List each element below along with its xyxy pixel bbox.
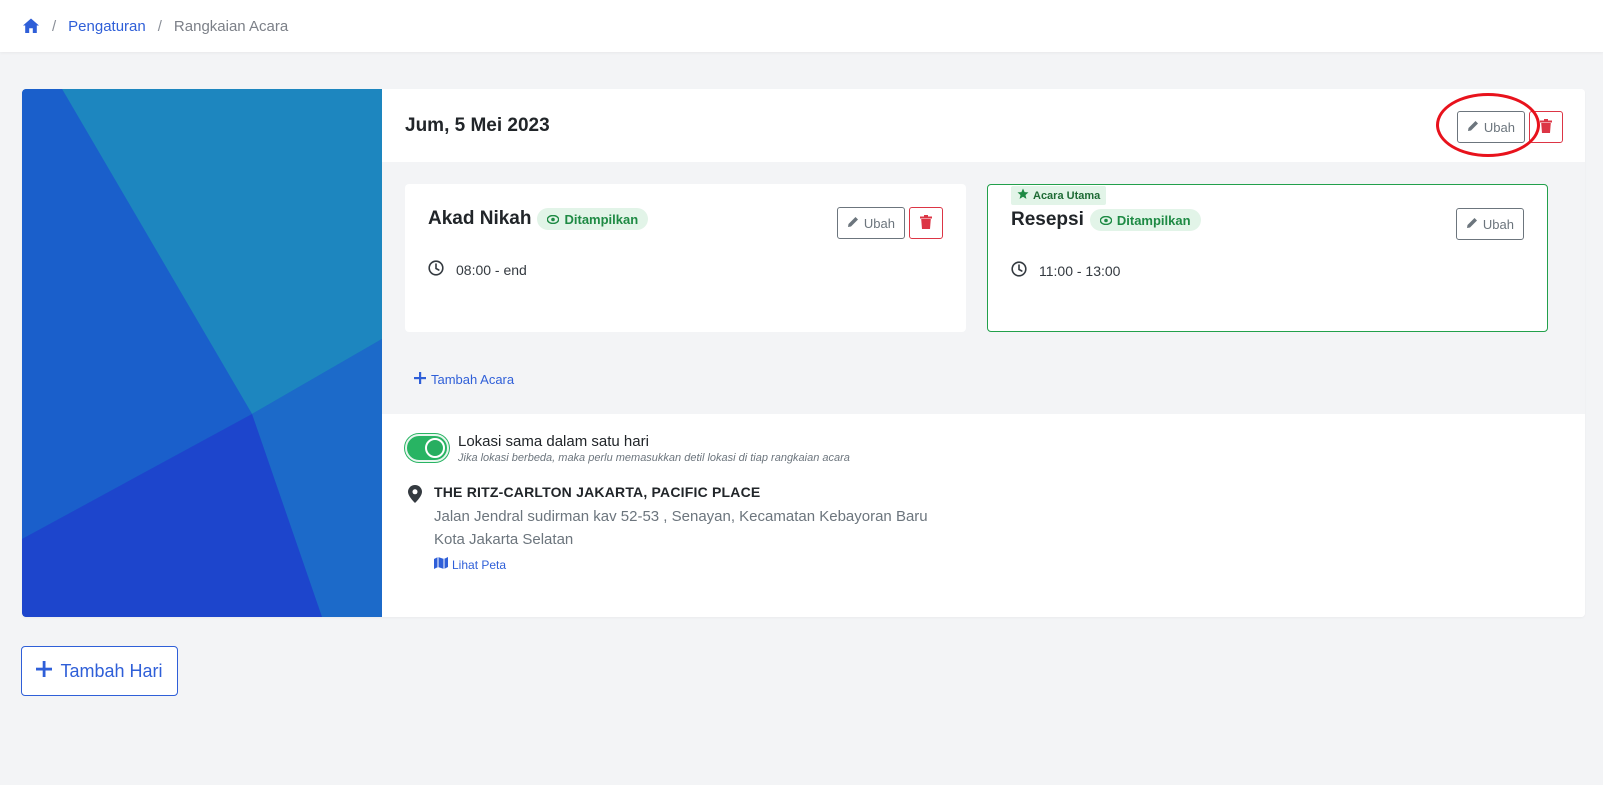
status-badge-label: Ditampilkan <box>564 211 639 227</box>
status-badge-label: Ditampilkan <box>1116 212 1191 228</box>
add-event-label: Tambah Acara <box>431 372 515 387</box>
edit-event-label: Ubah <box>863 215 895 231</box>
pencil-icon <box>1467 120 1479 135</box>
pencil-icon <box>1466 217 1478 232</box>
event-card-resepsi: Acara Utama Resepsi Ditampilkan Ubah 11:… <box>987 184 1548 332</box>
breadcrumb: / Pengaturan / Rangkaian Acara <box>0 0 1603 52</box>
delete-event-button[interactable] <box>909 207 943 239</box>
event-actions: Ubah <box>1455 208 1524 240</box>
event-time-value: 11:00 - 13:00 <box>1039 262 1121 279</box>
breadcrumb-current: Rangkaian Acara <box>173 17 289 35</box>
add-day-button[interactable]: Tambah Hari <box>21 646 178 696</box>
map-icon <box>434 557 448 572</box>
venue-address-line: Jalan Jendral sudirman kav 52-53 , Senay… <box>434 508 928 525</box>
main-event-label: Acara Utama <box>1033 189 1101 202</box>
plus-icon <box>36 660 53 682</box>
day-header: Jum, 5 Mei 2023 Ubah <box>382 89 1585 162</box>
edit-event-label: Ubah <box>1482 216 1514 232</box>
toggle-knob <box>425 438 445 458</box>
same-location-toggle[interactable] <box>405 434 449 462</box>
toggle-help-text: Jika lokasi berbeda, maka perlu memasukk… <box>458 452 850 464</box>
event-time: 08:00 - end <box>428 260 527 279</box>
star-icon <box>1017 188 1029 203</box>
event-title: Akad Nikah Ditampilkan <box>428 208 649 230</box>
breadcrumb-link-pengaturan[interactable]: Pengaturan <box>68 18 146 35</box>
day-card: Jum, 5 Mei 2023 Ubah Akad Nikah Ditampil… <box>22 89 1585 617</box>
add-day-label: Tambah Hari <box>60 660 163 681</box>
add-event-link[interactable]: Tambah Acara <box>414 372 514 387</box>
delete-day-button[interactable] <box>1529 111 1563 143</box>
status-badge: Ditampilkan <box>1089 209 1201 231</box>
event-card-akad-nikah: Akad Nikah Ditampilkan Ubah 08:00 - end <box>405 184 966 332</box>
plus-icon <box>414 372 426 387</box>
location-section: Lokasi sama dalam satu hari Jika lokasi … <box>382 414 1585 617</box>
event-name: Akad Nikah <box>428 208 532 229</box>
eye-icon <box>1099 213 1113 228</box>
trash-icon <box>1540 118 1552 136</box>
eye-icon <box>547 212 560 227</box>
venue-name: THE RITZ-CARLTON JAKARTA, PACIFIC PLACE <box>434 484 761 500</box>
day-actions: Ubah <box>1456 111 1563 143</box>
edit-event-button[interactable]: Ubah <box>1455 208 1524 240</box>
home-icon[interactable] <box>22 17 40 35</box>
event-time: 11:00 - 13:00 <box>1011 261 1120 280</box>
venue-city: Kota Jakarta Selatan <box>434 531 574 548</box>
event-actions: Ubah <box>836 207 943 239</box>
edit-day-button[interactable]: Ubah <box>1456 111 1525 143</box>
day-title: Jum, 5 Mei 2023 <box>405 114 550 136</box>
view-map-link[interactable]: Lihat Peta <box>434 557 506 572</box>
map-pin-icon <box>408 485 422 503</box>
main-event-tag: Acara Utama <box>1011 186 1107 205</box>
toggle-label: Lokasi sama dalam satu hari <box>458 433 649 450</box>
view-map-label: Lihat Peta <box>452 557 507 572</box>
trash-icon <box>920 214 932 232</box>
edit-day-label: Ubah <box>1483 119 1515 135</box>
status-badge: Ditampilkan <box>537 208 649 230</box>
event-title: Resepsi Ditampilkan <box>1011 209 1201 231</box>
clock-icon <box>428 260 444 279</box>
event-time-value: 08:00 - end <box>456 261 527 278</box>
edit-event-button[interactable]: Ubah <box>836 207 905 239</box>
cover-image <box>22 89 382 617</box>
events-area: Akad Nikah Ditampilkan Ubah 08:00 - end … <box>382 162 1585 414</box>
event-name: Resepsi <box>1011 209 1084 230</box>
clock-icon <box>1011 261 1027 280</box>
breadcrumb-separator: / <box>157 17 162 35</box>
pencil-icon <box>847 216 859 231</box>
breadcrumb-separator: / <box>52 17 57 35</box>
